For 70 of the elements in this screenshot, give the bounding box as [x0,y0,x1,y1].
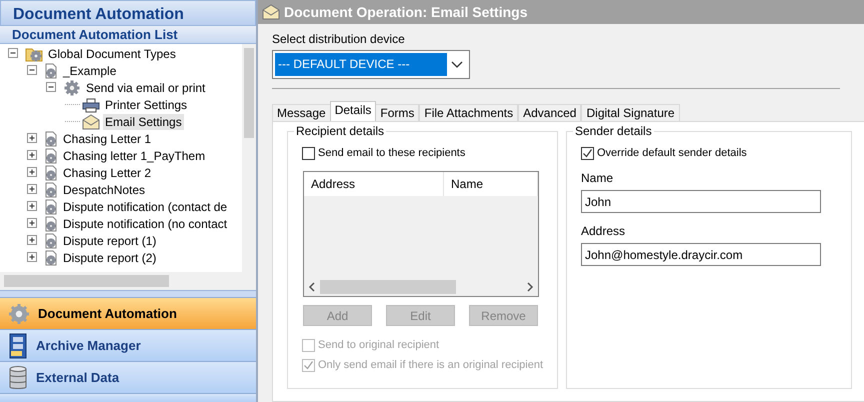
document-gear-icon [44,198,58,214]
collapse-icon[interactable] [27,65,38,76]
chevron-right-icon [526,282,534,292]
tree-item[interactable]: Dispute notification (no contact [61,216,230,232]
tree-item[interactable]: Dispute report (2) [61,250,158,266]
tab[interactable]: Forms [375,104,420,121]
checkbox-label[interactable]: Override default sender details [597,146,747,161]
column-header[interactable]: Address [304,172,444,196]
tab[interactable]: Digital Signature [581,104,680,121]
horizontal-scrollbar[interactable] [0,272,256,290]
document-gear-icon [44,232,58,248]
checkbox[interactable] [581,147,594,160]
tree-item[interactable]: Email Settings [103,114,184,130]
expand-icon[interactable] [27,167,38,178]
tree-item[interactable]: _Example [61,62,118,78]
document-gear-icon [44,216,58,232]
field-label: Name [581,170,614,187]
column-header[interactable]: Name [444,172,538,196]
splitter-grip[interactable] [0,290,256,297]
expand-icon[interactable] [27,218,38,229]
field-label: Select distribution device [272,31,406,48]
document-gear-icon [44,250,58,266]
collapse-icon[interactable] [8,48,19,59]
document-gear-icon [44,182,58,198]
envelope-icon [82,114,100,130]
text-field[interactable]: John [581,190,821,213]
tree-item[interactable]: Printer Settings [103,96,190,112]
folder-gear-icon [25,46,43,62]
envelope-icon [262,4,280,20]
checkbox-label[interactable]: Send email to these recipients [318,146,466,161]
tree-item[interactable]: Chasing Letter 1 [61,130,154,146]
tree-item[interactable]: Dispute report (1) [61,232,158,248]
document-gear-icon [44,148,58,164]
tree-item[interactable]: Dispute notification (contact de [61,198,230,214]
group-title: Sender details [573,124,654,138]
expand-icon[interactable] [27,235,38,246]
chevron-left-icon [308,282,316,292]
expand-icon[interactable] [27,133,38,144]
nav-button[interactable]: Document Automation [0,297,256,329]
checkbox[interactable] [302,147,315,160]
tree-item[interactable]: Chasing letter 1_PayThem [61,148,208,164]
collapse-icon[interactable] [46,82,57,93]
panel-title: Document Automation [0,0,256,26]
tab[interactable]: Advanced [518,104,582,121]
tab[interactable]: File Attachments [419,104,518,121]
document-gear-icon [44,130,58,146]
text-field[interactable]: John@homestyle.draycir.com [581,243,821,266]
device-dropdown[interactable]: --- DEFAULT DEVICE --- [272,50,470,79]
nav-button[interactable]: Archive Manager [0,329,256,361]
nav-button[interactable]: External Data [0,361,256,393]
expand-icon[interactable] [27,150,38,161]
group-title: Recipient details [294,124,386,138]
recipient-list[interactable]: Address Name [303,171,539,297]
tree-item[interactable]: DespatchNotes [61,182,148,198]
tree-item[interactable]: Chasing Letter 2 [61,164,154,180]
vertical-scrollbar[interactable] [242,44,256,272]
tab[interactable]: Details [330,101,376,121]
gear-icon [63,78,81,96]
document-gear-icon [44,164,58,180]
field-label: Address [581,223,626,240]
tree-item[interactable]: Global Document Types [46,46,178,62]
window-title: Document Operation: Email Settings [284,2,528,22]
expand-icon[interactable] [27,201,38,212]
tab[interactable]: Message [272,104,331,121]
printer-icon [82,96,100,112]
document-gear-icon [44,62,58,78]
expand-icon[interactable] [27,184,38,195]
panel-subtitle: Document Automation List [0,26,256,44]
expand-icon[interactable] [27,252,38,263]
tree-item[interactable]: Send via email or print [84,80,208,96]
